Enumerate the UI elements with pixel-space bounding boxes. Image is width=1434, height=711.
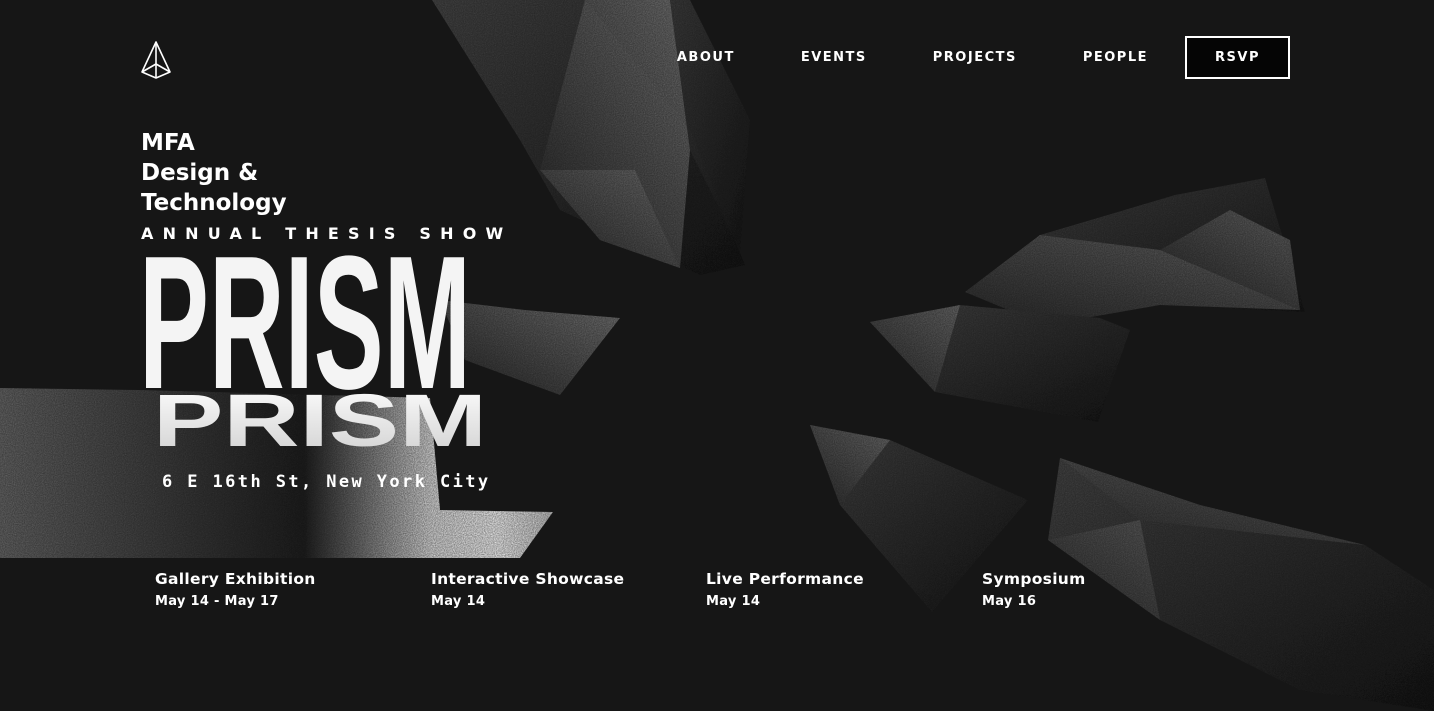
- event-date: May 14: [431, 594, 486, 609]
- event-date: May 14: [706, 594, 761, 609]
- main-nav: ABOUT EVENTS PROJECTS PEOPLE RSVP: [677, 35, 1290, 79]
- event-name: Symposium: [982, 570, 1086, 588]
- nav-people-link[interactable]: PEOPLE: [1083, 50, 1148, 65]
- prism-title-text: PRISM: [139, 240, 471, 429]
- rsvp-button[interactable]: RSVP: [1185, 35, 1290, 79]
- program-name: MFA Design & Technology: [141, 128, 287, 218]
- event-name: Interactive Showcase: [431, 570, 625, 588]
- event-item[interactable]: Interactive Showcase May 14: [431, 570, 624, 609]
- event-item[interactable]: Live Performance May 14: [706, 570, 864, 609]
- nav-projects-link[interactable]: PROJECTS: [933, 50, 1017, 65]
- nav-events-link[interactable]: EVENTS: [801, 50, 867, 65]
- program-line: Design &: [141, 160, 259, 186]
- venue-address: 6 E 16th St, New York City: [162, 472, 491, 492]
- nav-about-link[interactable]: ABOUT: [677, 50, 735, 65]
- event-item[interactable]: Gallery Exhibition May 14 - May 17: [155, 570, 316, 609]
- prism-logo-icon[interactable]: [140, 40, 172, 80]
- event-name: Live Performance: [706, 570, 864, 588]
- program-line: MFA: [141, 130, 195, 156]
- event-name: Gallery Exhibition: [155, 570, 316, 588]
- event-date: May 16: [982, 594, 1037, 609]
- event-date: May 14 - May 17: [155, 594, 279, 609]
- program-line: Technology: [141, 190, 287, 216]
- prism-title: PRISM PRISM: [139, 240, 487, 452]
- event-item[interactable]: Symposium May 16: [982, 570, 1086, 609]
